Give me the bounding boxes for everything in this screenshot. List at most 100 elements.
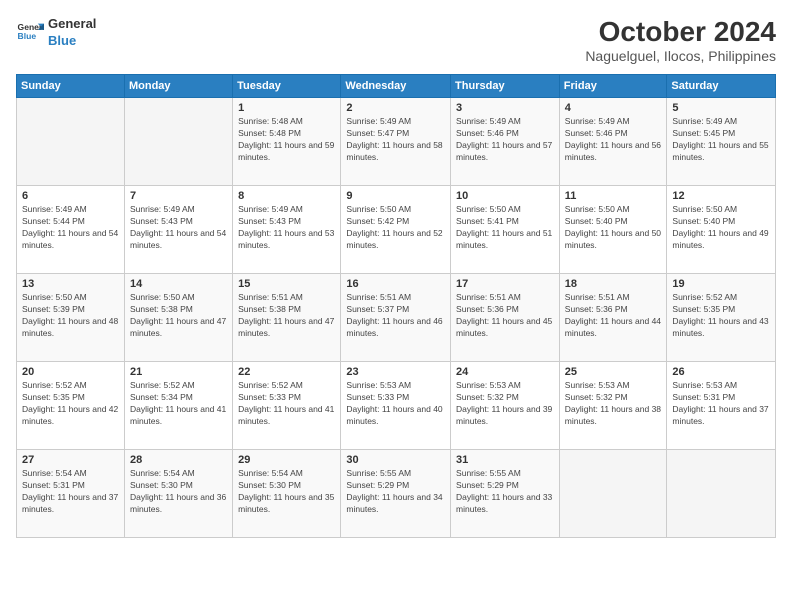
day-detail: Sunrise: 5:54 AMSunset: 5:30 PMDaylight:…	[130, 468, 227, 516]
table-row: 25Sunrise: 5:53 AMSunset: 5:32 PMDayligh…	[559, 362, 667, 450]
day-detail: Sunrise: 5:55 AMSunset: 5:29 PMDaylight:…	[346, 468, 445, 516]
day-number: 17	[456, 278, 554, 290]
header-thursday: Thursday	[451, 75, 560, 98]
table-row: 28 Sunrise: 5:54 AMSunset: 5:30 PMDayligh…	[124, 450, 232, 538]
day-detail: Sunrise: 5:49 AMSunset: 5:43 PMDaylight:…	[238, 204, 335, 252]
day-number: 21	[130, 366, 227, 378]
header-wednesday: Wednesday	[341, 75, 451, 98]
table-row	[667, 450, 776, 538]
logo: General Blue General Blue	[16, 16, 96, 50]
table-row	[124, 98, 232, 186]
table-row: 6Sunrise: 5:49 AMSunset: 5:44 PMDaylight…	[17, 186, 125, 274]
week-row-4: 20 Sunrise: 5:52 AMSunset: 5:35 PMDayligh…	[17, 362, 776, 450]
table-row: 12Sunrise: 5:50 AMSunset: 5:40 PMDayligh…	[667, 186, 776, 274]
table-row: 1 Sunrise: 5:48 AMSunset: 5:48 PMDaylight…	[233, 98, 341, 186]
day-detail: Sunrise: 5:52 AMSunset: 5:35 PMDaylight:…	[22, 380, 119, 428]
table-row: 23 Sunrise: 5:53 AMSunset: 5:33 PMDayligh…	[341, 362, 451, 450]
day-detail: Sunrise: 5:51 AMSunset: 5:36 PMDaylight:…	[456, 292, 554, 340]
table-row: 24 Sunrise: 5:53 AMSunset: 5:32 PMDayligh…	[451, 362, 560, 450]
header-saturday: Saturday	[667, 75, 776, 98]
day-number: 28	[130, 454, 227, 466]
day-number: 11	[565, 190, 662, 202]
day-detail: Sunrise: 5:51 AMSunset: 5:36 PMDaylight:…	[565, 292, 662, 340]
day-detail: Sunrise: 5:49 AMSunset: 5:47 PMDaylight:…	[346, 116, 445, 164]
day-detail: Sunrise: 5:52 AMSunset: 5:33 PMDaylight:…	[238, 380, 335, 428]
day-detail: Sunrise: 5:50 AMSunset: 5:40 PMDaylight:…	[672, 204, 770, 252]
table-row: 14 Sunrise: 5:50 AMSunset: 5:38 PMDayligh…	[124, 274, 232, 362]
table-row: 26 Sunrise: 5:53 AMSunset: 5:31 PMDayligh…	[667, 362, 776, 450]
title-block: October 2024 Naguelguel, Ilocos, Philipp…	[585, 16, 776, 64]
table-row: 3 Sunrise: 5:49 AMSunset: 5:46 PMDaylight…	[451, 98, 560, 186]
day-detail: Sunrise: 5:50 AMSunset: 5:38 PMDaylight:…	[130, 292, 227, 340]
day-number: 18	[565, 278, 662, 290]
day-detail: Sunrise: 5:48 AMSunset: 5:48 PMDaylight:…	[238, 116, 335, 164]
table-row: 11Sunrise: 5:50 AMSunset: 5:40 PMDayligh…	[559, 186, 667, 274]
day-number: 26	[672, 366, 770, 378]
day-number: 9	[346, 190, 445, 202]
table-row: 16 Sunrise: 5:51 AMSunset: 5:37 PMDayligh…	[341, 274, 451, 362]
day-detail: Sunrise: 5:54 AMSunset: 5:31 PMDaylight:…	[22, 468, 119, 516]
table-row: 20 Sunrise: 5:52 AMSunset: 5:35 PMDayligh…	[17, 362, 125, 450]
table-row: 30 Sunrise: 5:55 AMSunset: 5:29 PMDayligh…	[341, 450, 451, 538]
day-number: 10	[456, 190, 554, 202]
table-row: 5Sunrise: 5:49 AMSunset: 5:45 PMDaylight…	[667, 98, 776, 186]
day-number: 27	[22, 454, 119, 466]
table-row: 4 Sunrise: 5:49 AMSunset: 5:46 PMDaylight…	[559, 98, 667, 186]
day-detail: Sunrise: 5:52 AMSunset: 5:34 PMDaylight:…	[130, 380, 227, 428]
table-row: 8 Sunrise: 5:49 AMSunset: 5:43 PMDaylight…	[233, 186, 341, 274]
day-number: 3	[456, 102, 554, 114]
day-number: 31	[456, 454, 554, 466]
calendar-header-row: Sunday Monday Tuesday Wednesday Thursday…	[17, 75, 776, 98]
header-monday: Monday	[124, 75, 232, 98]
page-header: General Blue General Blue October 2024 N…	[16, 16, 776, 64]
day-detail: Sunrise: 5:51 AMSunset: 5:37 PMDaylight:…	[346, 292, 445, 340]
day-detail: Sunrise: 5:50 AMSunset: 5:39 PMDaylight:…	[22, 292, 119, 340]
table-row: 2 Sunrise: 5:49 AMSunset: 5:47 PMDaylight…	[341, 98, 451, 186]
day-detail: Sunrise: 5:49 AMSunset: 5:44 PMDaylight:…	[22, 204, 119, 252]
day-detail: Sunrise: 5:54 AMSunset: 5:30 PMDaylight:…	[238, 468, 335, 516]
day-number: 2	[346, 102, 445, 114]
day-detail: Sunrise: 5:53 AMSunset: 5:32 PMDaylight:…	[565, 380, 662, 428]
location: Naguelguel, Ilocos, Philippines	[585, 48, 776, 64]
day-number: 4	[565, 102, 662, 114]
day-number: 13	[22, 278, 119, 290]
day-number: 30	[346, 454, 445, 466]
table-row: 21 Sunrise: 5:52 AMSunset: 5:34 PMDayligh…	[124, 362, 232, 450]
table-row: 10 Sunrise: 5:50 AMSunset: 5:41 PMDayligh…	[451, 186, 560, 274]
day-number: 14	[130, 278, 227, 290]
day-number: 8	[238, 190, 335, 202]
week-row-1: 1 Sunrise: 5:48 AMSunset: 5:48 PMDaylight…	[17, 98, 776, 186]
day-number: 16	[346, 278, 445, 290]
day-detail: Sunrise: 5:49 AMSunset: 5:45 PMDaylight:…	[672, 116, 770, 164]
day-detail: Sunrise: 5:49 AMSunset: 5:46 PMDaylight:…	[456, 116, 554, 164]
table-row: 13 Sunrise: 5:50 AMSunset: 5:39 PMDayligh…	[17, 274, 125, 362]
week-row-3: 13 Sunrise: 5:50 AMSunset: 5:39 PMDayligh…	[17, 274, 776, 362]
day-number: 29	[238, 454, 335, 466]
header-friday: Friday	[559, 75, 667, 98]
day-detail: Sunrise: 5:53 AMSunset: 5:32 PMDaylight:…	[456, 380, 554, 428]
calendar-table: Sunday Monday Tuesday Wednesday Thursday…	[16, 74, 776, 538]
table-row: 9 Sunrise: 5:50 AMSunset: 5:42 PMDaylight…	[341, 186, 451, 274]
day-detail: Sunrise: 5:53 AMSunset: 5:31 PMDaylight:…	[672, 380, 770, 428]
table-row: 31Sunrise: 5:55 AMSunset: 5:29 PMDayligh…	[451, 450, 560, 538]
logo-blue: Blue	[48, 33, 96, 50]
table-row: 17 Sunrise: 5:51 AMSunset: 5:36 PMDayligh…	[451, 274, 560, 362]
day-detail: Sunrise: 5:53 AMSunset: 5:33 PMDaylight:…	[346, 380, 445, 428]
day-number: 7	[130, 190, 227, 202]
day-number: 1	[238, 102, 335, 114]
day-detail: Sunrise: 5:49 AMSunset: 5:46 PMDaylight:…	[565, 116, 662, 164]
day-detail: Sunrise: 5:51 AMSunset: 5:38 PMDaylight:…	[238, 292, 335, 340]
header-sunday: Sunday	[17, 75, 125, 98]
day-detail: Sunrise: 5:50 AMSunset: 5:42 PMDaylight:…	[346, 204, 445, 252]
svg-text:General: General	[18, 22, 44, 32]
table-row: 18 Sunrise: 5:51 AMSunset: 5:36 PMDayligh…	[559, 274, 667, 362]
day-number: 20	[22, 366, 119, 378]
logo-general: General	[48, 16, 96, 33]
week-row-5: 27 Sunrise: 5:54 AMSunset: 5:31 PMDayligh…	[17, 450, 776, 538]
day-number: 23	[346, 366, 445, 378]
day-detail: Sunrise: 5:52 AMSunset: 5:35 PMDaylight:…	[672, 292, 770, 340]
table-row: 15Sunrise: 5:51 AMSunset: 5:38 PMDayligh…	[233, 274, 341, 362]
day-detail: Sunrise: 5:50 AMSunset: 5:41 PMDaylight:…	[456, 204, 554, 252]
month-title: October 2024	[585, 16, 776, 48]
day-number: 24	[456, 366, 554, 378]
